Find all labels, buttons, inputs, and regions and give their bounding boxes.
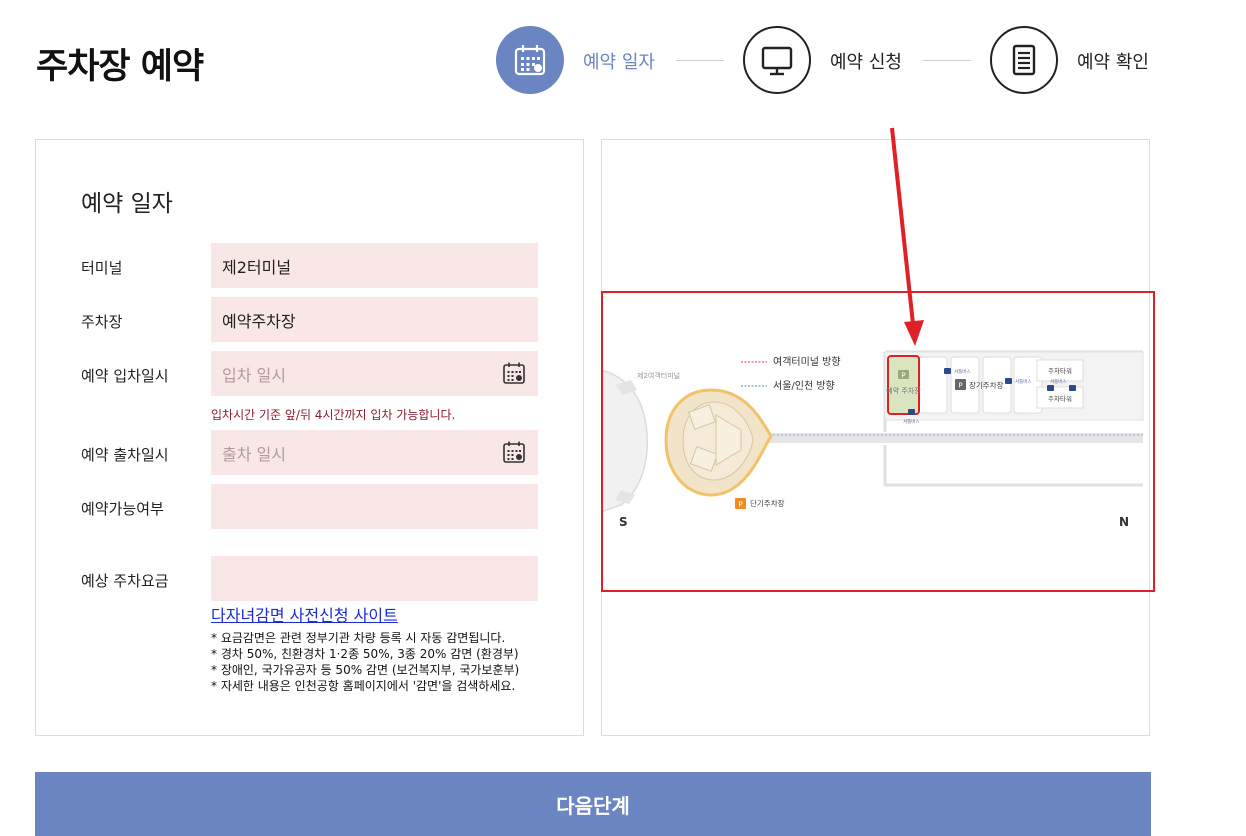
note-line: * 요금감면은 관련 정부기관 차량 등록 시 자동 감면됩니다. <box>211 631 506 645</box>
parking-tower-label: 주차타워 <box>1048 394 1072 403</box>
entry-datetime-label: 예약 입차일시 <box>81 367 169 385</box>
note-line: * 장애인, 국가유공자 등 50% 감면 (보건복지부, 국가보훈부) <box>211 663 520 677</box>
shuttle-label: 셔틀버스 <box>954 368 971 375</box>
page-title: 주차장 예약 <box>36 47 204 87</box>
entry-datetime-input[interactable]: 입차 일시 <box>211 351 538 396</box>
monitor-icon <box>761 46 793 76</box>
parking-map: 제2여객터미널 여객터미널 방향 서울/인천 방향 P 예약 주차장 P 장기주… <box>601 291 1155 592</box>
exit-datetime-placeholder: 출차 일시 <box>222 444 286 464</box>
parking-p-icon: P <box>901 372 905 380</box>
step-1-calendar-icon <box>496 26 564 94</box>
shuttle-label: 셔틀버스 <box>1015 378 1032 385</box>
parking-p-icon: P <box>738 501 742 509</box>
availability-label: 예약가능여부 <box>81 500 164 518</box>
annotation-arrow-icon <box>890 127 924 346</box>
document-icon <box>1012 44 1036 76</box>
fee-label: 예상 주차요금 <box>81 572 169 590</box>
shuttle-label: 셔틀버스 <box>1050 378 1067 385</box>
entry-datetime-placeholder: 입차 일시 <box>222 365 286 385</box>
calendar-icon <box>514 45 546 76</box>
note-line: * 자세한 내용은 인천공항 홈페이지에서 '감면'을 검색하세요. <box>211 679 516 693</box>
reserved-parking-area <box>887 355 920 415</box>
reserved-parking-label: 예약 주차장 <box>886 386 921 395</box>
next-step-button[interactable]: 다음단계 <box>35 772 1151 836</box>
discount-application-link[interactable]: 다자녀감면 사전신청 사이트 <box>211 602 398 626</box>
short-term-parking-label: 단기주차장 <box>750 498 785 508</box>
calendar-icon[interactable] <box>502 440 526 464</box>
parking-tower-label: 주차타워 <box>1048 366 1072 375</box>
parking-label: 주차장 <box>81 313 123 331</box>
step-1-label: 예약 일자 <box>583 52 655 73</box>
availability-field <box>211 484 538 529</box>
exit-datetime-input[interactable]: 출차 일시 <box>211 430 538 475</box>
terminal-label: 터미널 <box>81 259 123 277</box>
step-3-label: 예약 확인 <box>1077 52 1149 73</box>
legend-seoul-direction: 서울/인천 방향 <box>773 380 835 392</box>
terminal-map-label: 제2여객터미널 <box>637 371 680 380</box>
form-section-title: 예약 일자 <box>81 191 173 217</box>
terminal-field[interactable]: 제2터미널 <box>211 243 538 288</box>
parking-p-icon: P <box>958 382 962 390</box>
step-2-label: 예약 신청 <box>830 52 902 73</box>
step-indicator: 예약 일자 예약 신청 예약 확인 <box>496 26 1176 94</box>
step-3-document-icon <box>990 26 1058 94</box>
exit-datetime-label: 예약 출차일시 <box>81 446 169 464</box>
step-divider <box>676 60 724 61</box>
shuttle-label: 셔틀버스 <box>903 418 920 425</box>
reservation-form-panel: 예약 일자 터미널 제2터미널 주차장 예약주차장 예약 입차일시 입차 일시 … <box>35 139 584 736</box>
entry-hint-text: 입차시간 기준 앞/뒤 4시간까지 입차 가능합니다. <box>211 408 456 422</box>
step-2-monitor-icon <box>743 26 811 94</box>
discount-notes: * 요금감면은 관련 정부기관 차량 등록 시 자동 감면됩니다. * 경차 5… <box>211 630 519 694</box>
fee-field <box>211 556 538 601</box>
step-divider <box>923 60 971 61</box>
north-label: N <box>1119 515 1129 529</box>
note-line: * 경차 50%, 친환경차 1·2종 50%, 3종 20% 감면 (환경부) <box>211 647 519 661</box>
legend-terminal-direction: 여객터미널 방향 <box>773 356 841 368</box>
long-term-parking-label: 장기주차장 <box>969 380 1004 390</box>
south-label: S <box>619 515 628 529</box>
parking-field[interactable]: 예약주차장 <box>211 297 538 342</box>
calendar-icon[interactable] <box>502 361 526 385</box>
